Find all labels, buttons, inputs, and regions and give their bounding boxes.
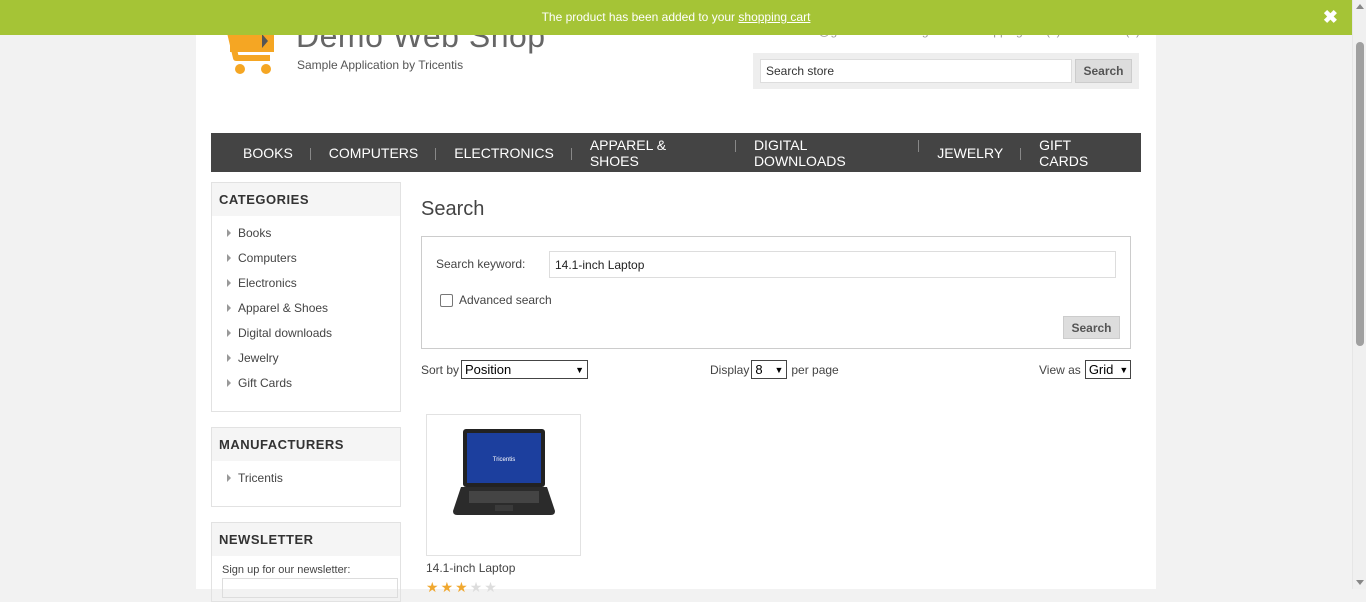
newsletter-email-input[interactable] <box>222 578 398 598</box>
laptop-screen-brand: Tricentis <box>493 457 515 463</box>
manufacturers-block: MANUFACTURERS Tricentis <box>211 427 401 507</box>
header-search-box: Search <box>753 53 1139 89</box>
category-label: Books <box>238 226 272 240</box>
notification-bar: The product has been added to your shopp… <box>0 0 1352 35</box>
advanced-search-label: Advanced search <box>459 293 552 307</box>
laptop-product-image[interactable]: Tricentis <box>427 415 580 555</box>
manufacturer-item-tricentis[interactable]: Tricentis <box>227 469 400 494</box>
category-item-books[interactable]: Books <box>227 224 400 249</box>
shopping-cart-notification-link[interactable]: shopping cart <box>738 10 810 24</box>
view-as-label: View as <box>1039 362 1081 377</box>
chevron-down-icon: ▼ <box>575 364 585 375</box>
arrow-right-icon <box>227 254 231 262</box>
chevron-down-icon: ▼ <box>774 364 784 375</box>
product-rating: ★★★★★ <box>426 579 499 596</box>
scroll-down-icon[interactable] <box>1356 580 1364 585</box>
page-container: Demo Web Shop Sample Application by Tric… <box>196 0 1156 602</box>
page-size-select[interactable]: 8 ▼ <box>751 360 788 379</box>
category-item-computers[interactable]: Computers <box>227 249 400 274</box>
manufacturer-label: Tricentis <box>238 471 283 485</box>
menu-item-jewelry[interactable]: JEWELRY <box>919 145 1022 161</box>
product-title[interactable]: 14.1-inch Laptop <box>426 561 515 575</box>
top-menu: BOOKS COMPUTERS ELECTRONICS APPAREL & SH… <box>211 133 1141 172</box>
star-empty-icon: ★ <box>469 579 485 595</box>
menu-item-digital-downloads[interactable]: DIGITAL DOWNLOADS <box>736 137 920 169</box>
arrow-right-icon <box>227 304 231 312</box>
page-size-value: 8 <box>755 362 763 377</box>
chevron-down-icon: ▼ <box>1119 364 1129 375</box>
menu-item-gift-cards[interactable]: GIFT CARDS <box>1021 137 1141 169</box>
manufacturers-title: MANUFACTURERS <box>212 428 400 461</box>
arrow-right-icon <box>227 474 231 482</box>
sort-value: Position <box>465 362 512 377</box>
menu-item-electronics[interactable]: ELECTRONICS <box>436 145 572 161</box>
product-item[interactable]: Tricentis <box>426 414 581 556</box>
menu-item-computers[interactable]: COMPUTERS <box>311 145 437 161</box>
sort-label: Sort by <box>421 362 460 377</box>
logo-subtitle: Sample Application by Tricentis <box>297 58 464 72</box>
view-mode-control: View as Grid ▼ <box>1039 360 1131 379</box>
category-item-apparel-shoes[interactable]: Apparel & Shoes <box>227 299 400 324</box>
arrow-right-icon <box>227 329 231 337</box>
category-label: Apparel & Shoes <box>238 301 329 315</box>
close-icon[interactable]: ✖ <box>1323 0 1338 35</box>
newsletter-label: Sign up for our newsletter: <box>222 564 351 576</box>
scrollbar-thumb[interactable] <box>1356 42 1364 346</box>
arrow-right-icon <box>227 229 231 237</box>
star-filled-icon: ★ <box>440 579 456 595</box>
menu-item-apparel-shoes[interactable]: APPAREL & SHOES <box>572 137 737 169</box>
star-empty-icon: ★ <box>484 579 499 595</box>
star-filled-icon: ★ <box>426 579 441 595</box>
search-keyword-label: Search keyword: <box>436 257 526 271</box>
newsletter-block: NEWSLETTER Sign up for our newsletter: <box>211 522 401 602</box>
display-label: Display <box>710 362 750 377</box>
scroll-up-icon[interactable] <box>1356 4 1364 9</box>
search-keyword-input[interactable] <box>549 251 1116 278</box>
page-title: Search <box>421 198 485 220</box>
per-page-label: per page <box>791 362 839 377</box>
categories-block: CATEGORIES Books Computers Electronics A… <box>211 182 401 412</box>
category-item-electronics[interactable]: Electronics <box>227 274 400 299</box>
newsletter-title: NEWSLETTER <box>212 523 400 556</box>
arrow-right-icon <box>227 379 231 387</box>
star-filled-icon: ★ <box>455 579 470 595</box>
category-label: Digital downloads <box>238 326 333 340</box>
sort-select[interactable]: Position ▼ <box>461 360 589 379</box>
arrow-right-icon <box>227 279 231 287</box>
arrow-right-icon <box>227 354 231 362</box>
category-item-digital-downloads[interactable]: Digital downloads <box>227 324 400 349</box>
category-label: Computers <box>238 251 297 265</box>
category-label: Gift Cards <box>238 376 293 390</box>
display-control: Display 8 ▼ per page <box>710 360 839 379</box>
advanced-search-checkbox[interactable] <box>440 293 453 307</box>
sort-control: Sort by Position ▼ <box>421 360 589 379</box>
view-mode-value: Grid <box>1088 362 1114 377</box>
categories-title: CATEGORIES <box>212 183 400 216</box>
search-button[interactable]: Search <box>1063 316 1120 339</box>
advanced-search-toggle[interactable]: Advanced search <box>440 293 552 307</box>
search-store-input[interactable] <box>760 59 1072 83</box>
menu-item-books[interactable]: BOOKS <box>225 145 311 161</box>
search-panel: Search keyword: Advanced search Search <box>421 236 1131 349</box>
scrollbar[interactable] <box>1352 0 1366 589</box>
notification-message: The product has been added to your <box>541 10 736 24</box>
header-search-button[interactable]: Search <box>1075 59 1132 83</box>
category-label: Jewelry <box>238 351 279 365</box>
category-label: Electronics <box>238 276 297 290</box>
category-item-jewelry[interactable]: Jewelry <box>227 349 400 374</box>
category-item-gift-cards[interactable]: Gift Cards <box>227 374 400 399</box>
view-mode-select[interactable]: Grid ▼ <box>1084 360 1131 379</box>
